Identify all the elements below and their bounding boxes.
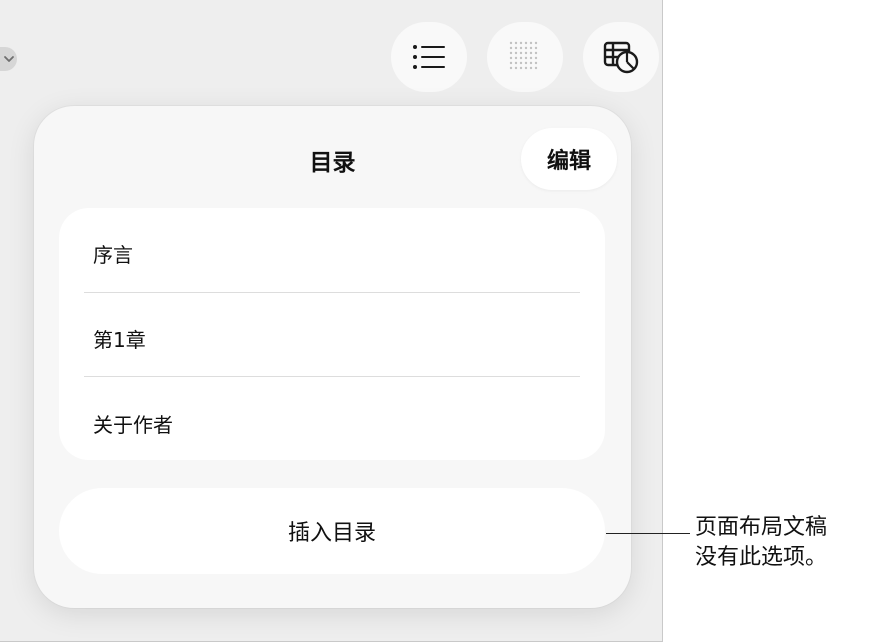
callout-line xyxy=(606,533,690,534)
collapse-toggle[interactable] xyxy=(0,47,17,71)
divider xyxy=(84,376,580,377)
toc-item-about-author[interactable]: 关于作者 xyxy=(93,409,173,438)
callout-text: 页面布局文稿 没有此选项。 xyxy=(695,513,827,573)
app-canvas: 目录 编辑 序言 第1章 关于作者 插入目录 xyxy=(0,0,663,642)
insert-toc-button[interactable]: 插入目录 xyxy=(59,488,605,574)
callout-line-2: 没有此选项。 xyxy=(695,545,828,570)
edit-button[interactable]: 编辑 xyxy=(521,128,617,190)
toc-item-chapter-1[interactable]: 第1章 xyxy=(93,324,146,353)
list-icon xyxy=(413,45,445,69)
grid-button[interactable] xyxy=(487,22,563,92)
table-chart-button[interactable] xyxy=(583,22,659,92)
chevron-down-icon xyxy=(4,56,14,62)
list-format-button[interactable] xyxy=(391,22,467,92)
toc-item-preface[interactable]: 序言 xyxy=(93,239,133,268)
dot-grid-icon xyxy=(509,41,538,70)
table-chart-icon xyxy=(603,41,639,74)
toc-popover: 目录 编辑 序言 第1章 关于作者 插入目录 xyxy=(34,106,631,608)
callout-line-1: 页面布局文稿 xyxy=(695,515,828,540)
divider xyxy=(84,292,580,293)
toc-list: 序言 第1章 关于作者 xyxy=(59,208,605,460)
